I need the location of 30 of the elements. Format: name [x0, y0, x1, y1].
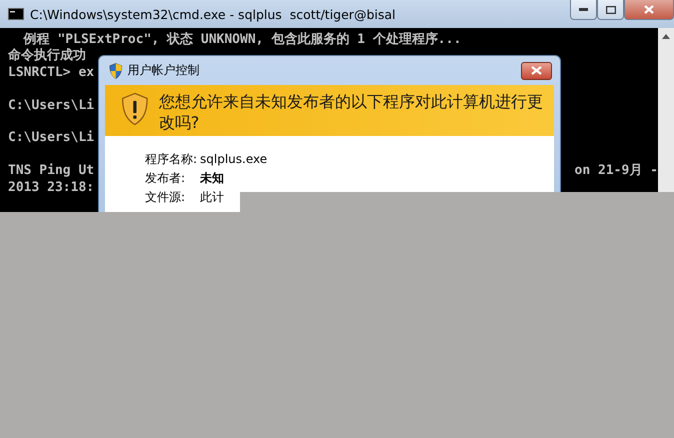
field-label: 发布者: — [145, 171, 186, 186]
field-label: 文件源: — [145, 190, 186, 205]
console-line: 2013 23:18: — [8, 180, 94, 196]
console-line: C:\Users\Li — [8, 98, 94, 114]
maximize-button[interactable] — [597, 0, 624, 20]
shield-icon — [109, 62, 123, 78]
minimize-button[interactable] — [570, 0, 597, 20]
console-line: C:\Users\Li — [8, 130, 94, 147]
console-line: on 21-9月 - — [574, 163, 658, 180]
console-icon — [8, 8, 24, 20]
console-line: 命令执行成功 — [8, 48, 86, 65]
scroll-up-icon[interactable] — [662, 34, 670, 39]
dialog-close-button[interactable] — [521, 62, 552, 80]
field-label: 程序名称: — [145, 152, 198, 167]
maximize-icon — [606, 6, 616, 14]
warning-shield-icon — [121, 91, 149, 127]
close-icon — [644, 5, 654, 14]
field-value: sqlplus.exe — [200, 152, 268, 167]
console-line: 例程 "PLSExtProc", 状态 UNKNOWN, 包含此服务的 1 个处理程序... — [22, 32, 462, 48]
dialog-heading: 您想允许来自未知发布者的以下程序对此计算机进行更改吗? — [158, 91, 544, 132]
window-title: C:\Windows\system32\cmd.exe - sqlplus scott/tiger@bisal — [30, 6, 397, 22]
close-icon — [531, 66, 542, 75]
field-value: 未知 — [200, 171, 224, 186]
console-line: TNS Ping Ut — [8, 163, 94, 180]
dialog-title: 用户帐户控制 — [128, 62, 201, 79]
close-button[interactable] — [624, 0, 674, 20]
minimize-icon — [579, 8, 588, 11]
console-line: LSNRCTL> ex — [8, 64, 94, 82]
scrollbar[interactable] — [658, 28, 674, 192]
field-value: 此计 — [200, 190, 224, 205]
